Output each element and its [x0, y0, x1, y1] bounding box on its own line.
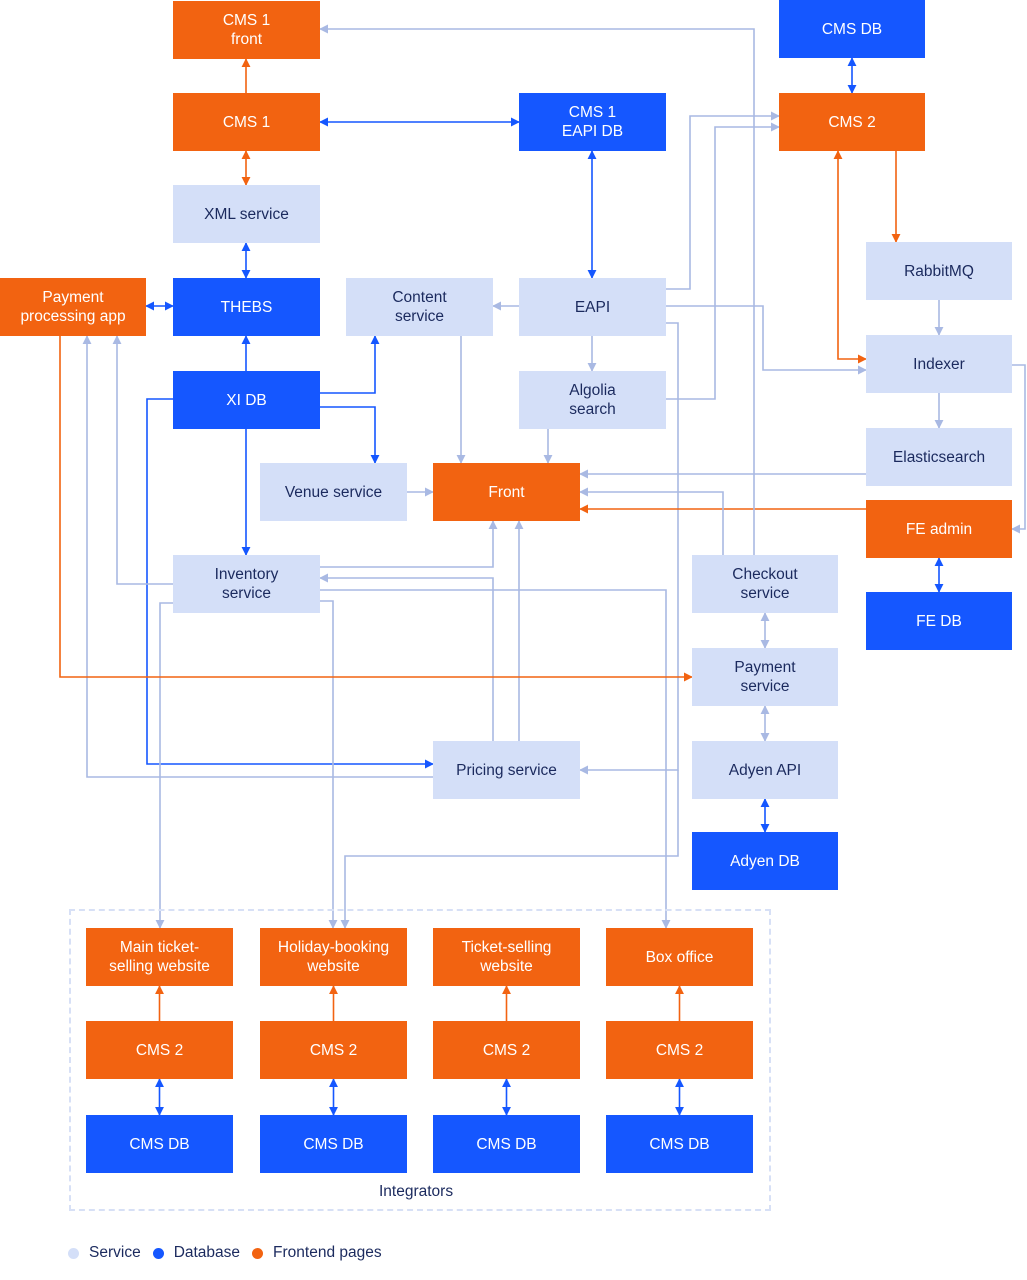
- node-label: RabbitMQ: [904, 262, 974, 280]
- node-xi-db: XI DB: [173, 371, 320, 429]
- node-front: Front: [433, 463, 580, 521]
- node-label: FE DB: [916, 612, 962, 630]
- node-label: Algolia search: [569, 382, 616, 418]
- edge-inventory-service-to-int1-site: [155, 602, 173, 929]
- node-label: EAPI: [574, 298, 611, 316]
- node-label: Box office: [645, 948, 714, 966]
- node-label: Ticket-selling website: [461, 939, 552, 975]
- legend-item-frontend: Frontend pages: [252, 1244, 382, 1262]
- node-label: Payment service: [734, 659, 796, 695]
- node-int3-db: CMS DB: [433, 1115, 580, 1173]
- node-elasticsearch: Elasticsearch: [866, 428, 1012, 486]
- legend-item-database: Database: [152, 1244, 241, 1262]
- node-label: Elasticsearch: [892, 448, 986, 466]
- node-label: CMS 1: [222, 113, 271, 131]
- edge-pricing-service-to-inventory-service: [319, 573, 494, 741]
- edge-inventory-service-to-payment-app: [112, 335, 173, 585]
- edge-xi-db-to-content-service: [320, 335, 380, 394]
- node-xml-service: XML service: [173, 185, 320, 243]
- node-label: Payment processing app: [20, 289, 126, 325]
- edge-inventory-service-to-front: [320, 520, 498, 568]
- node-algolia: Algolia search: [519, 371, 666, 429]
- node-int4-site: Box office: [606, 928, 753, 986]
- node-int1-site: Main ticket- selling website: [86, 928, 233, 986]
- node-label: THEBS: [220, 298, 273, 316]
- node-adyen-db: Adyen DB: [692, 832, 838, 890]
- node-venue-service: Venue service: [260, 463, 407, 521]
- node-label: CMS DB: [821, 20, 883, 38]
- node-label: Content service: [392, 289, 447, 325]
- edge-indexer-to-fe-admin: [1011, 364, 1026, 534]
- node-label: Front: [488, 483, 525, 501]
- node-payment-service: Payment service: [692, 648, 838, 706]
- edge-checkout-service-to-front: [579, 487, 724, 555]
- node-label: Venue service: [284, 483, 383, 501]
- node-cms1: CMS 1: [173, 93, 320, 151]
- node-int1-db: CMS DB: [86, 1115, 233, 1173]
- node-label: CMS 1 front: [222, 12, 271, 48]
- legend-label: Frontend pages: [273, 1244, 382, 1261]
- node-fe-db: FE DB: [866, 592, 1012, 650]
- node-int2-site: Holiday-booking website: [260, 928, 407, 986]
- node-label: CMS 2: [655, 1041, 704, 1059]
- node-label: CMS 2: [135, 1041, 184, 1059]
- node-label: Adyen DB: [730, 852, 800, 870]
- node-label: CMS DB: [303, 1135, 364, 1153]
- legend: Service Database Frontend pages: [68, 1244, 394, 1262]
- node-label: Checkout service: [732, 566, 798, 602]
- node-thebs: THEBS: [173, 278, 320, 336]
- node-label: Inventory service: [214, 566, 279, 602]
- node-eapi: EAPI: [519, 278, 666, 336]
- edge-eapi-to-indexer: [666, 305, 867, 375]
- node-checkout-service: Checkout service: [692, 555, 838, 613]
- node-label: CMS DB: [129, 1135, 190, 1153]
- node-adyen-api: Adyen API: [692, 741, 838, 799]
- node-label: XML service: [204, 205, 289, 223]
- node-label: CMS 1 EAPI DB: [561, 104, 624, 140]
- node-label: Indexer: [913, 355, 965, 373]
- node-int2-cms: CMS 2: [260, 1021, 407, 1079]
- legend-label: Database: [173, 1244, 241, 1261]
- node-cms2: CMS 2: [779, 93, 925, 151]
- node-label: CMS DB: [649, 1135, 710, 1153]
- edge-eapi-to-cms2: [666, 111, 780, 290]
- node-cms-db-top: CMS DB: [779, 0, 925, 58]
- node-int1-cms: CMS 2: [86, 1021, 233, 1079]
- node-pricing-service: Pricing service: [433, 741, 580, 799]
- integrators-label: Integrators: [379, 1183, 454, 1200]
- edge-cms2-to-indexer: [833, 150, 867, 364]
- legend-label: Service: [89, 1244, 141, 1261]
- node-label: Holiday-booking website: [277, 939, 390, 975]
- node-int2-db: CMS DB: [260, 1115, 407, 1173]
- node-inventory-service: Inventory service: [173, 555, 320, 613]
- node-payment-app: Payment processing app: [0, 278, 146, 336]
- service-dot-icon: [68, 1247, 79, 1259]
- edge-xi-db-to-venue-service: [320, 406, 380, 464]
- edge-algolia-to-cms2: [666, 122, 780, 400]
- node-label: Adyen API: [728, 761, 802, 779]
- node-int4-cms: CMS 2: [606, 1021, 753, 1079]
- node-label: Main ticket- selling website: [109, 939, 210, 975]
- node-int4-db: CMS DB: [606, 1115, 753, 1173]
- node-int3-cms: CMS 2: [433, 1021, 580, 1079]
- node-cms1-front: CMS 1 front: [173, 1, 320, 59]
- node-content-service: Content service: [346, 278, 493, 336]
- node-label: FE admin: [905, 520, 973, 538]
- node-label: CMS 2: [828, 113, 876, 131]
- node-label: CMS DB: [476, 1135, 537, 1153]
- node-cms1-eapi-db: CMS 1 EAPI DB: [519, 93, 666, 151]
- node-label: CMS 2: [309, 1041, 358, 1059]
- node-label: Pricing service: [456, 761, 557, 779]
- node-label: XI DB: [226, 391, 267, 409]
- node-rabbitmq: RabbitMQ: [866, 242, 1012, 300]
- node-fe-admin: FE admin: [866, 500, 1012, 558]
- database-dot-icon: [152, 1247, 164, 1259]
- node-int3-site: Ticket-selling website: [433, 928, 580, 986]
- node-label: CMS 2: [482, 1041, 531, 1059]
- node-indexer: Indexer: [866, 335, 1012, 393]
- legend-item-service: Service: [68, 1244, 141, 1262]
- frontend-dot-icon: [252, 1247, 264, 1259]
